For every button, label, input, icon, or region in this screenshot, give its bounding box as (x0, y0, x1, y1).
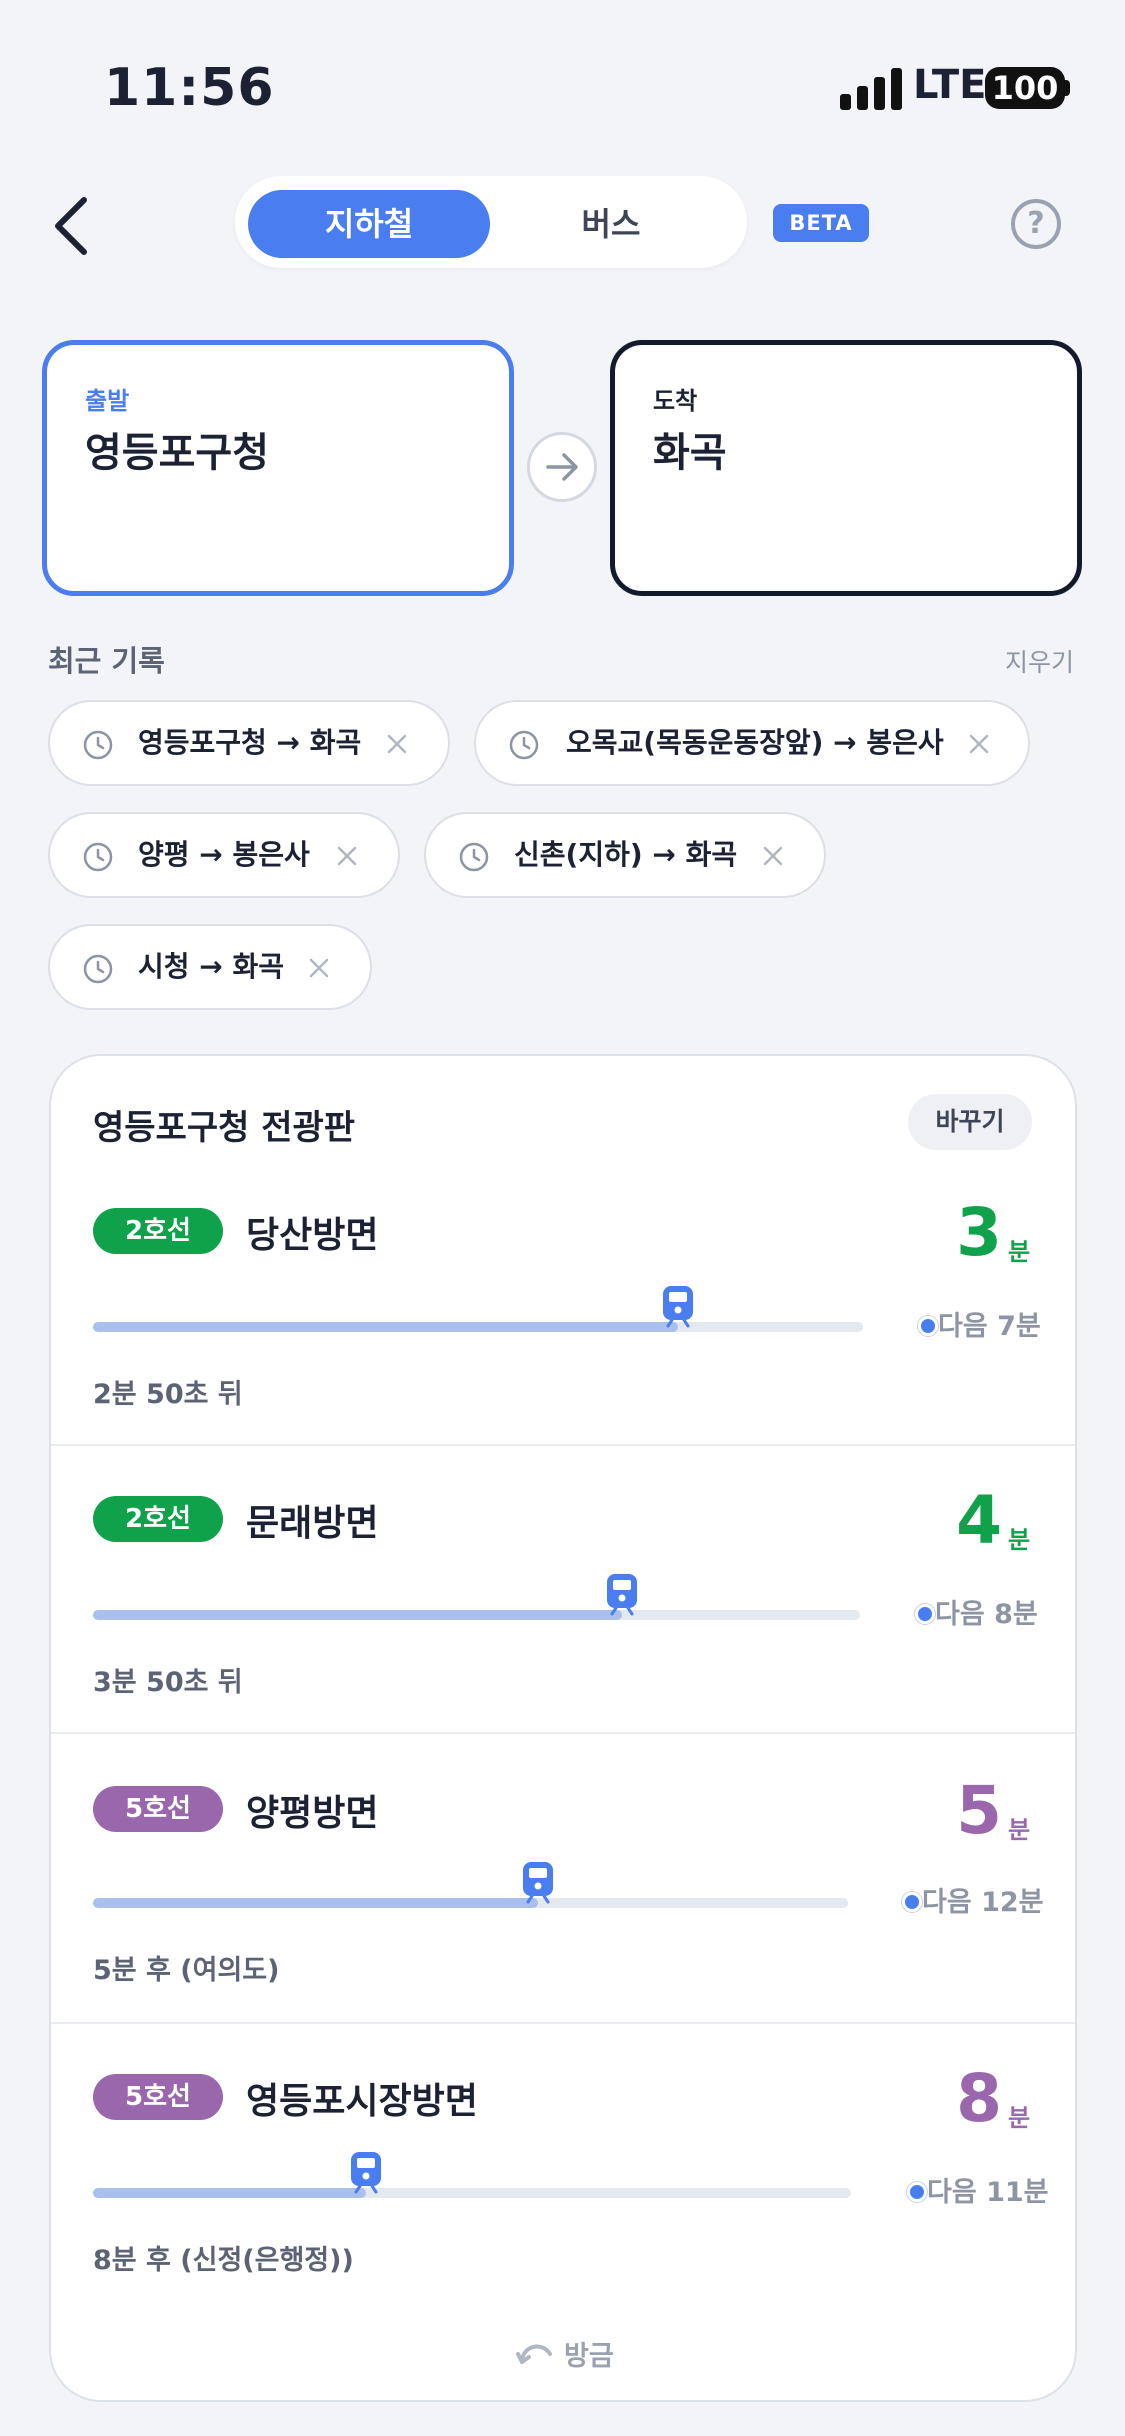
close-icon[interactable] (332, 841, 362, 871)
line-badge: 5호선 (93, 2074, 223, 2120)
arrival-detail: 8분 후 (신정(은행정)) (93, 2245, 354, 2276)
arrival-minutes: 8 (956, 2060, 1002, 2137)
recent-title: 최근 기록 (48, 644, 165, 678)
next-train-dot (918, 1316, 938, 1336)
direction-label: 영등포시장방면 (246, 2081, 478, 2122)
change-station-button[interactable]: 바꾸기 (908, 1094, 1032, 1150)
progress-track (93, 2188, 851, 2198)
departure-label: 출발 (85, 387, 130, 415)
board-title: 영등포구청 전광판 (93, 1108, 356, 1148)
close-icon[interactable] (758, 841, 788, 871)
clock-icon (459, 842, 489, 872)
arrow-right-icon (546, 453, 578, 481)
train-icon (663, 1286, 694, 1328)
next-train-label: 다음 11분 (927, 2177, 1049, 2208)
network-label: LTE (913, 62, 987, 108)
recent-chip[interactable]: 시청 → 화곡 (48, 924, 372, 1010)
next-train-dot (915, 1604, 935, 1624)
clock-icon (509, 730, 539, 760)
arrival-detail: 2분 50초 뒤 (93, 1379, 243, 1410)
refresh-icon[interactable] (516, 2332, 554, 2366)
clear-recent-button[interactable]: 지우기 (1005, 643, 1074, 679)
help-button[interactable]: ? (1011, 199, 1061, 249)
back-button[interactable] (42, 190, 102, 262)
line-badge: 2호선 (93, 1496, 223, 1542)
swap-route-button[interactable] (527, 432, 597, 502)
next-train-dot (907, 2182, 927, 2202)
status-time: 11:56 (104, 58, 275, 118)
minutes-unit: 분 (1008, 1816, 1031, 1844)
recent-chip-label: 신촌(지하) → 화곡 (514, 838, 738, 871)
arrival-minutes: 3 (956, 1194, 1002, 1271)
recent-chip[interactable]: 양평 → 봉은사 (48, 812, 400, 898)
next-train-label: 다음 7분 (938, 1311, 1041, 1342)
arrival-minutes: 5 (956, 1772, 1002, 1849)
minutes-unit: 분 (1008, 1238, 1031, 1266)
close-icon[interactable] (304, 953, 334, 983)
train-icon (523, 1862, 554, 1904)
chevron-left-icon (55, 197, 87, 255)
arrival-station: 화곡 (653, 430, 727, 476)
arrival-minutes: 4 (956, 1482, 1002, 1559)
direction-label: 양평방면 (246, 1793, 379, 1834)
progress-fill (93, 1322, 679, 1332)
progress-fill (93, 1898, 539, 1908)
direction-label: 당산방면 (246, 1215, 379, 1256)
recent-chip[interactable]: 신촌(지하) → 화곡 (424, 812, 826, 898)
battery-tip (1064, 80, 1070, 96)
recent-chip-label: 오목교(목동운동장앞) → 봉은사 (566, 726, 944, 759)
progress-track (93, 1322, 863, 1332)
arrival-detail: 5분 후 (여의도) (93, 1955, 280, 1986)
line-badge: 5호선 (93, 1786, 223, 1832)
refresh-label[interactable]: 방금 (564, 2334, 614, 2373)
tab-bus[interactable]: 버스 (490, 190, 732, 258)
row-divider (51, 1444, 1075, 1446)
tab-subway[interactable]: 지하철 (248, 190, 490, 258)
close-icon[interactable] (964, 729, 994, 759)
recent-chip-label: 양평 → 봉은사 (138, 838, 310, 871)
arrival-card[interactable]: 도착 화곡 (610, 340, 1082, 596)
recent-chip-label: 시청 → 화곡 (138, 950, 284, 983)
clock-icon (83, 954, 113, 984)
minutes-unit: 분 (1008, 1526, 1031, 1554)
close-icon[interactable] (382, 729, 412, 759)
arrival-label: 도착 (653, 387, 698, 415)
clock-icon (83, 842, 113, 872)
next-train-label: 다음 8분 (935, 1599, 1038, 1630)
progress-track (93, 1898, 848, 1908)
departure-station: 영등포구청 (85, 430, 269, 476)
minutes-unit: 분 (1008, 2104, 1031, 2132)
beta-badge: BETA (773, 204, 869, 242)
progress-fill (93, 1610, 623, 1620)
next-train-label: 다음 12분 (922, 1887, 1044, 1918)
progress-fill (93, 2188, 366, 2198)
row-divider (51, 2022, 1075, 2024)
battery-icon: 100 (985, 67, 1065, 109)
departure-card[interactable]: 출발 영등포구청 (42, 340, 514, 596)
arrival-detail: 3분 50초 뒤 (93, 1667, 243, 1698)
progress-track (93, 1610, 860, 1620)
direction-label: 문래방면 (246, 1503, 379, 1544)
train-icon (350, 2152, 381, 2194)
recent-chip[interactable]: 영등포구청 → 화곡 (48, 700, 450, 786)
signal-icon (840, 68, 902, 110)
recent-chip-label: 영등포구청 → 화곡 (138, 726, 362, 759)
row-divider (51, 1732, 1075, 1734)
clock-icon (83, 730, 113, 760)
line-badge: 2호선 (93, 1208, 223, 1254)
next-train-dot (902, 1892, 922, 1912)
train-icon (607, 1574, 638, 1616)
recent-chip[interactable]: 오목교(목동운동장앞) → 봉은사 (474, 700, 1030, 786)
